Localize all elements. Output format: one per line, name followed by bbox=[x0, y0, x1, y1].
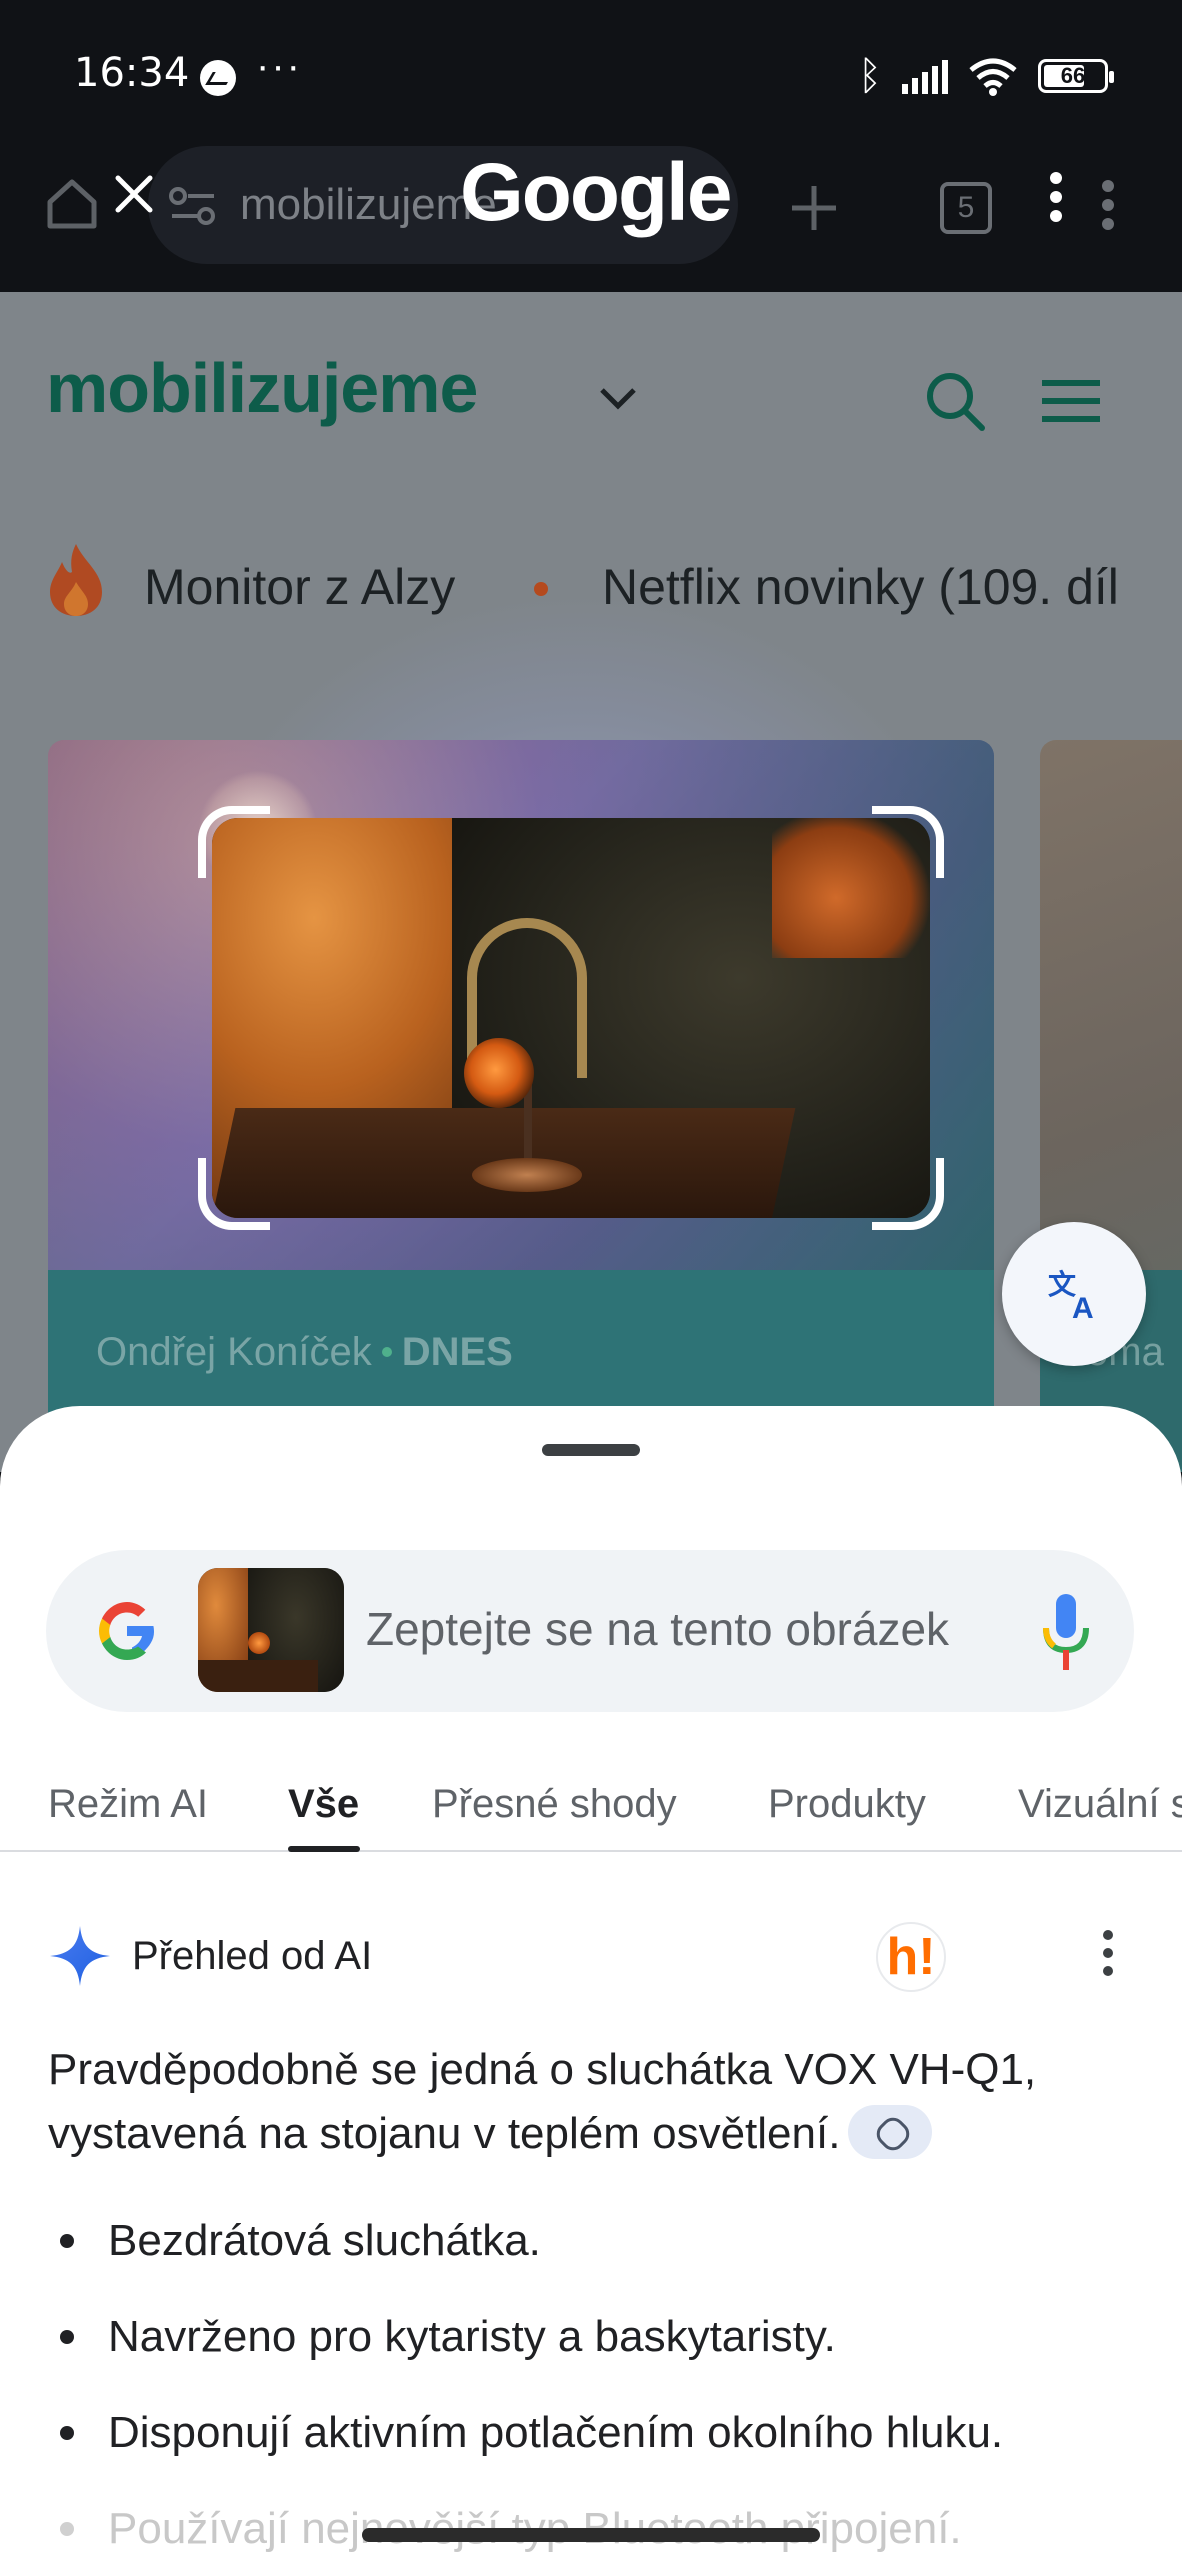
tab-switcher-button[interactable]: 5 bbox=[940, 182, 992, 234]
drag-handle[interactable] bbox=[542, 1444, 640, 1456]
ai-overview-summary: Pravděpodobně se jedná o sluchátka VOX V… bbox=[48, 2038, 1148, 2166]
ai-overview-title: Přehled od AI bbox=[132, 1934, 373, 1978]
source-logo[interactable]: h! bbox=[876, 1922, 946, 1992]
url-text[interactable]: mobilizujeme bbox=[240, 180, 497, 230]
results-tabs: Režim AI Vše Přesné shody Produkty Vizuá… bbox=[0, 1752, 1182, 1852]
tab-ai-mode[interactable]: Režim AI bbox=[48, 1782, 208, 1827]
sparkle-icon bbox=[50, 1926, 110, 1986]
search-input[interactable]: Zeptejte se na tento obrázek bbox=[366, 1602, 1026, 1656]
crop-handle-bottom-right[interactable] bbox=[872, 1158, 944, 1230]
status-icons: ᛒ 66 bbox=[858, 53, 1114, 99]
more-options-icon[interactable] bbox=[1100, 1930, 1116, 1990]
query-image-thumbnail[interactable] bbox=[198, 1568, 344, 1692]
tab-exact-matches[interactable]: Přesné shody bbox=[432, 1782, 677, 1827]
tab-products[interactable]: Produkty bbox=[768, 1782, 926, 1827]
status-bar: 16:34 ··· ᛒ 66 bbox=[0, 0, 1182, 150]
search-box[interactable]: Zeptejte se na tento obrázek bbox=[46, 1550, 1134, 1712]
translate-icon: 文 A bbox=[1048, 1268, 1094, 1324]
site-settings-icon[interactable] bbox=[168, 186, 218, 226]
ai-overview-bullets: Bezdrátová sluchátka. Navrženo pro kytar… bbox=[48, 2214, 1148, 2560]
hamburger-menu-icon[interactable] bbox=[1040, 378, 1102, 424]
battery-icon: 66 bbox=[1038, 59, 1114, 93]
ai-overview-header: Přehled od AI h! bbox=[0, 1918, 1182, 1998]
wifi-icon bbox=[969, 58, 1017, 96]
list-item: Navrženo pro kytaristy a baskytaristy. bbox=[48, 2310, 1148, 2406]
crop-handle-top-left[interactable] bbox=[198, 806, 270, 878]
lens-selected-region[interactable] bbox=[212, 818, 930, 1218]
home-icon[interactable] bbox=[44, 176, 100, 232]
ticker-item[interactable]: Monitor z Alzy bbox=[144, 558, 455, 616]
crop-handle-bottom-left[interactable] bbox=[198, 1158, 270, 1230]
google-g-icon bbox=[99, 1602, 154, 1660]
tab-visual[interactable]: Vizuální s bbox=[1018, 1782, 1182, 1827]
source-logo-text: h! bbox=[886, 1928, 936, 1986]
search-icon[interactable] bbox=[922, 368, 988, 434]
crop-handle-top-right[interactable] bbox=[872, 806, 944, 878]
microphone-icon[interactable] bbox=[1036, 1590, 1096, 1674]
status-time: 16:34 bbox=[74, 50, 190, 96]
fire-icon bbox=[50, 544, 102, 616]
battery-level: 66 bbox=[1060, 63, 1086, 88]
browser-menu-icon[interactable] bbox=[1098, 180, 1118, 230]
site-logo[interactable]: mobilizujeme bbox=[46, 348, 478, 428]
more-notifications-indicator: ··· bbox=[256, 44, 302, 88]
messenger-icon bbox=[200, 60, 236, 96]
lens-more-options-icon[interactable] bbox=[1046, 172, 1066, 222]
article-date: DNES bbox=[401, 1330, 513, 1374]
gesture-navigation-bar[interactable] bbox=[362, 2528, 820, 2542]
active-tab-indicator bbox=[288, 1846, 360, 1852]
list-item: Disponují aktivním potlačením okolního h… bbox=[48, 2406, 1148, 2502]
article-meta: Ondřej Koníček DNES bbox=[96, 1330, 513, 1375]
bluetooth-icon: ᛒ bbox=[858, 53, 882, 99]
translate-button[interactable]: 文 A bbox=[1002, 1222, 1146, 1366]
list-item: Bezdrátová sluchátka. bbox=[48, 2214, 1148, 2310]
google-logo: Google bbox=[460, 147, 732, 238]
chevron-down-icon[interactable] bbox=[598, 384, 638, 414]
stand-base bbox=[472, 1158, 582, 1192]
lens-results-sheet: Zeptejte se na tento obrázek Režim AI Vš… bbox=[0, 1406, 1182, 2560]
headphone-cup bbox=[464, 1038, 534, 1108]
close-icon[interactable] bbox=[106, 166, 162, 222]
new-tab-icon[interactable] bbox=[786, 180, 842, 236]
link-icon[interactable] bbox=[848, 2105, 933, 2160]
signal-icon bbox=[902, 58, 948, 94]
svg-text:A: A bbox=[1072, 1292, 1094, 1324]
article-author: Ondřej Koníček bbox=[96, 1330, 372, 1374]
tab-all[interactable]: Vše bbox=[288, 1782, 359, 1827]
